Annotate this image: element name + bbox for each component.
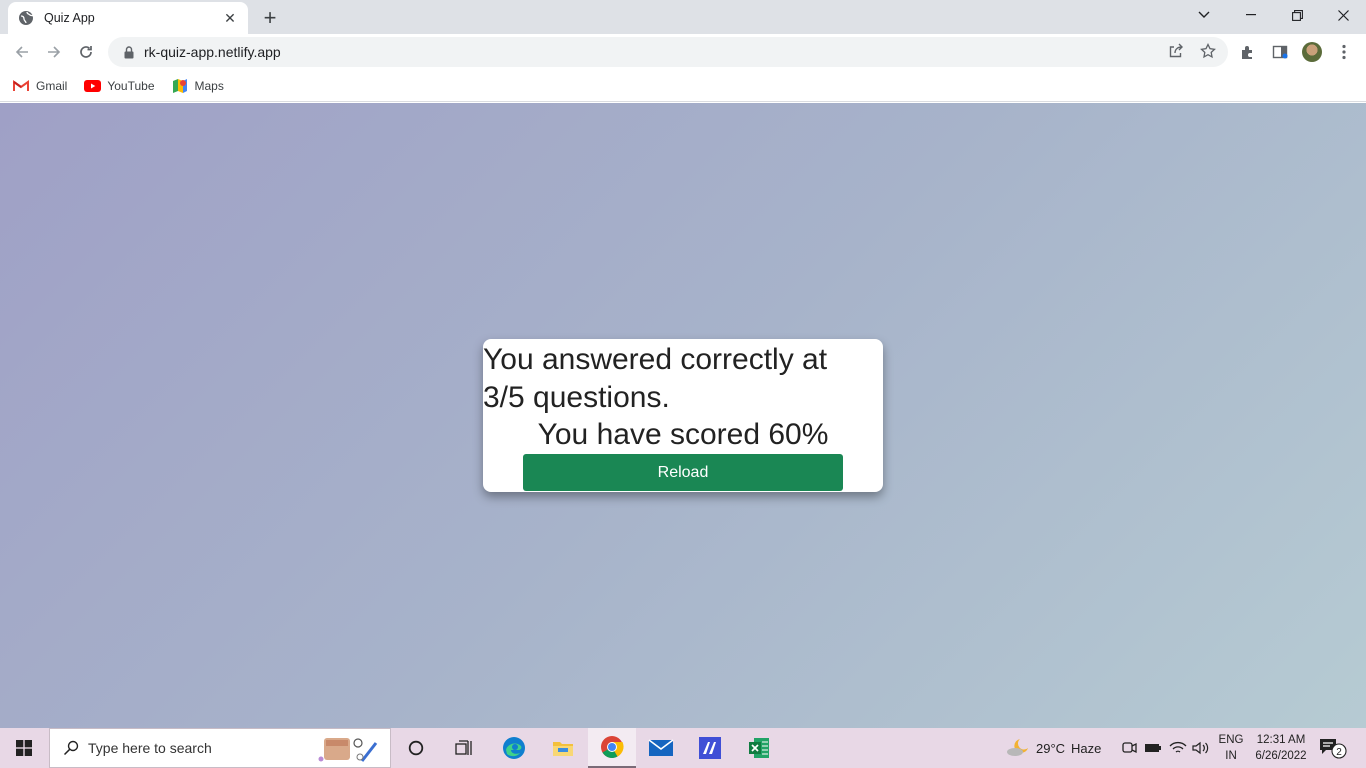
- kebab-menu-icon[interactable]: [1334, 42, 1354, 62]
- battery-icon[interactable]: [1143, 738, 1163, 758]
- language-code: ENG: [1218, 734, 1244, 746]
- notification-center-icon[interactable]: 2: [1318, 736, 1348, 760]
- close-window-button[interactable]: [1320, 0, 1366, 30]
- clock-date: 6/26/2022: [1255, 750, 1307, 762]
- mail-envelope-icon[interactable]: [637, 728, 685, 768]
- profile-avatar[interactable]: [1302, 42, 1322, 62]
- excel-icon[interactable]: [735, 728, 783, 768]
- url-text: rk-quiz-app.netlify.app: [144, 44, 281, 60]
- gmail-icon: [12, 78, 30, 94]
- forward-arrow-icon[interactable]: [40, 38, 68, 66]
- bookmark-maps[interactable]: Maps: [171, 78, 224, 94]
- close-tab-icon[interactable]: ✕: [222, 10, 238, 26]
- quiz-result-card: You answered correctly at 3/5 questions.…: [483, 339, 883, 492]
- app-m-logo-icon[interactable]: [686, 728, 734, 768]
- tab-title: Quiz App: [44, 11, 95, 25]
- weather-widget[interactable]: 29°C Haze: [1006, 728, 1101, 768]
- share-icon[interactable]: [1166, 41, 1186, 61]
- chrome-browser-icon[interactable]: [588, 728, 636, 768]
- new-tab-button[interactable]: +: [258, 5, 282, 30]
- clock-time: 12:31 AM: [1256, 734, 1306, 746]
- bookmark-youtube[interactable]: YouTube: [83, 78, 155, 94]
- restore-button[interactable]: [1274, 0, 1320, 30]
- bookmark-label: Gmail: [36, 78, 68, 93]
- side-panel-icon[interactable]: [1270, 42, 1290, 62]
- weather-moon-cloud-icon: [1006, 737, 1030, 760]
- address-bar[interactable]: rk-quiz-app.netlify.app: [108, 37, 1228, 67]
- bookmark-label: Maps: [194, 78, 224, 93]
- bookmarks-bar: Gmail YouTube Maps: [0, 70, 1366, 102]
- volume-icon[interactable]: [1191, 738, 1211, 758]
- tab-search-icon[interactable]: [1181, 0, 1227, 30]
- minimize-button[interactable]: [1228, 0, 1274, 30]
- score-text: You have scored 60%: [537, 418, 829, 451]
- back-arrow-icon[interactable]: [8, 38, 36, 66]
- search-icon: [62, 739, 80, 757]
- wifi-icon[interactable]: [1168, 738, 1188, 758]
- lock-icon[interactable]: [122, 45, 136, 59]
- browser-tab[interactable]: Quiz App ✕: [8, 2, 248, 34]
- browser-toolbar: rk-quiz-app.netlify.app: [0, 34, 1366, 70]
- windows-start-icon[interactable]: [0, 728, 48, 768]
- edge-browser-icon[interactable]: [490, 728, 538, 768]
- weather-desc: Haze: [1071, 740, 1102, 756]
- globe-icon: [18, 10, 34, 26]
- windows-taskbar: Type here to search 29°C Haze ENG IN 12:…: [0, 728, 1366, 768]
- bookmark-label: YouTube: [107, 78, 155, 93]
- language-indicator[interactable]: ENG IN: [1214, 732, 1248, 764]
- page-viewport: You answered correctly at 3/5 questions.…: [0, 103, 1366, 728]
- cortana-circle-icon[interactable]: [392, 728, 440, 768]
- bookmark-gmail[interactable]: Gmail: [12, 78, 67, 94]
- system-clock[interactable]: 12:31 AM 6/26/2022: [1250, 732, 1312, 764]
- file-explorer-icon[interactable]: [539, 728, 587, 768]
- reload-button[interactable]: Reload: [523, 454, 843, 491]
- meet-now-icon[interactable]: [1119, 738, 1139, 758]
- task-view-icon[interactable]: [440, 728, 488, 768]
- result-text: You answered correctly at 3/5 questions.: [483, 343, 828, 414]
- bookmark-star-icon[interactable]: [1198, 41, 1218, 61]
- extensions-puzzle-icon[interactable]: [1238, 42, 1258, 62]
- youtube-icon: [83, 78, 101, 94]
- maps-icon: [171, 78, 189, 94]
- search-placeholder: Type here to search: [88, 740, 212, 756]
- taskbar-search-box[interactable]: Type here to search: [49, 728, 391, 768]
- avatar-image: [1302, 42, 1322, 62]
- search-highlight-illustration-icon: [316, 733, 386, 765]
- language-region: IN: [1225, 750, 1237, 762]
- weather-temp: 29°C: [1036, 740, 1066, 756]
- notification-count: 2: [1336, 747, 1342, 758]
- tab-strip: Quiz App ✕ +: [0, 0, 1366, 34]
- reload-icon[interactable]: [72, 38, 100, 66]
